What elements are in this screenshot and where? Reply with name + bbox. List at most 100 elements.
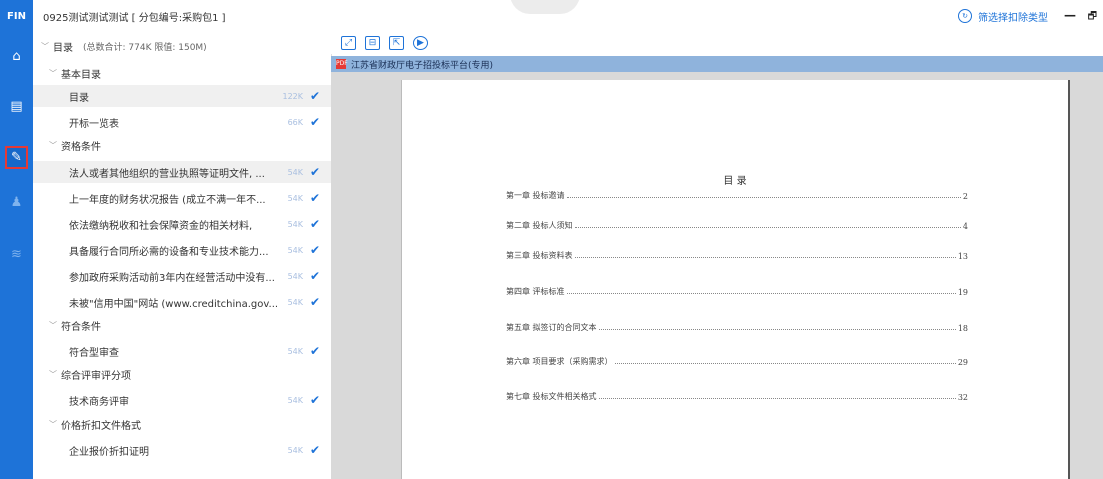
tree-section-label: 基本目录 xyxy=(61,69,101,81)
home-icon[interactable]: ⌂ xyxy=(6,46,27,67)
toc-entry[interactable]: 第六章 项目要求（采购需求） 29 xyxy=(506,353,968,367)
document-tab[interactable]: PDF 江苏省财政厅电子招投标平台(专用) xyxy=(331,56,1103,72)
toc-entry[interactable]: 第五章 拟签订的合同文本 18 xyxy=(506,319,968,333)
toc-entry-title: 第三章 投标资料表 xyxy=(506,251,573,260)
check-icon: ✔ xyxy=(309,344,320,358)
tree-item[interactable]: 参加政府采购活动前3年内在经营活动中没有... 54K ✔ xyxy=(33,265,331,287)
toc-leader xyxy=(598,329,956,330)
toc-entry[interactable]: 第二章 投标人须知 4 xyxy=(506,217,968,231)
tree-item[interactable]: 依法缴纳税收和社会保障资金的相关材料, 54K ✔ xyxy=(33,213,331,235)
document-icon[interactable]: ▤ xyxy=(6,96,27,117)
filter-icon: ↻ xyxy=(958,9,972,23)
tree-root-label: 目录 xyxy=(53,42,73,54)
minimize-button[interactable]: — xyxy=(1064,8,1076,22)
check-icon: ✔ xyxy=(309,393,320,407)
pdf-viewer[interactable]: 目 录 第一章 投标邀请 2 第二章 投标人须知 4 第三章 投标资料表 13 第四章… xyxy=(331,72,1103,479)
chevron-down-icon: ﹀ xyxy=(49,68,57,78)
tree-item-label: 法人或者其他组织的营业执照等证明文件, ... xyxy=(69,168,265,180)
tree-item-size: 54K xyxy=(287,346,303,356)
export-button[interactable]: ⇱ xyxy=(389,36,404,50)
document-tab-name: 江苏省财政厅电子招投标平台(专用) xyxy=(351,61,494,71)
toc-entry-page: 18 xyxy=(957,324,968,333)
tree-section-price[interactable]: ﹀ 价格折扣文件格式 xyxy=(33,413,331,435)
tree-section-label: 资格条件 xyxy=(61,141,101,153)
toc-entry-title: 第六章 项目要求（采购需求） xyxy=(506,357,613,366)
toc-entry-page: 29 xyxy=(957,358,968,367)
check-icon: ✔ xyxy=(309,165,320,179)
toc-entry[interactable]: 第七章 投标文件相关格式 32 xyxy=(506,388,968,402)
tree-section-label: 符合条件 xyxy=(61,321,101,333)
tree-item[interactable]: 上一年度的财务状况报告 (成立不满一年不... 54K ✔ xyxy=(33,187,331,209)
tree-item-size: 54K xyxy=(287,219,303,229)
tree-section-label: 综合评审评分项 xyxy=(61,370,131,382)
tree-item-size: 54K xyxy=(287,245,303,255)
toc-leader xyxy=(574,257,956,258)
app-logo: FIN xyxy=(0,0,33,32)
toc-entry-title: 第一章 投标邀请 xyxy=(506,191,565,200)
toc-leader xyxy=(566,293,956,294)
tree-root[interactable]: ﹀ 目录 (总数合计: 774K 限值: 150M) xyxy=(33,35,331,57)
tree-root-summary: (总数合计: 774K 限值: 150M) xyxy=(83,42,207,53)
tree-item[interactable]: 技术商务评审 54K ✔ xyxy=(33,389,331,411)
chevron-down-icon: ﹀ xyxy=(49,140,57,150)
pdf-icon: PDF xyxy=(336,59,348,69)
toc-entry-page: 2 xyxy=(962,192,968,201)
chevron-down-icon: ﹀ xyxy=(49,369,57,379)
chevron-down-icon: ﹀ xyxy=(41,41,49,51)
pdf-page: 目 录 第一章 投标邀请 2 第二章 投标人须知 4 第三章 投标资料表 13 第四章… xyxy=(401,80,1070,479)
tree-item-label: 开标一览表 xyxy=(69,118,119,130)
tree-item-size: 54K xyxy=(287,167,303,177)
toc-entry-title: 第五章 拟签订的合同文本 xyxy=(506,323,597,332)
page-view-button[interactable]: ⊟ xyxy=(365,36,380,50)
chevron-down-icon: ﹀ xyxy=(49,419,57,429)
tree-section-qualification[interactable]: ﹀ 资格条件 xyxy=(33,134,331,156)
tree-item-label: 具备履行合同所必需的设备和专业技术能力... xyxy=(69,246,269,258)
tree-item-size: 66K xyxy=(287,117,303,127)
tree-item-label: 依法缴纳税收和社会保障资金的相关材料, xyxy=(69,220,253,232)
window-title: 0925测试测试测试 [ 分包编号:采购包1 ] xyxy=(43,13,226,24)
tree-item-label: 符合型审查 xyxy=(69,347,119,359)
check-icon: ✔ xyxy=(309,243,320,257)
tree-item[interactable]: 目录 122K ✔ xyxy=(33,85,331,107)
tree-item[interactable]: 具备履行合同所必需的设备和专业技术能力... 54K ✔ xyxy=(33,239,331,261)
check-icon: ✔ xyxy=(309,443,320,457)
tree-item[interactable]: 企业报价折扣证明 54K ✔ xyxy=(33,439,331,461)
tree-item[interactable]: 法人或者其他组织的营业执照等证明文件, ... 54K ✔ xyxy=(33,161,331,183)
chevron-down-icon: ﹀ xyxy=(49,320,57,330)
filter-deduction-button[interactable]: ↻ 筛选择扣除类型 xyxy=(958,6,1048,26)
document-toolbar: ⤢ ⊟ ⇱ ▶ xyxy=(331,32,1103,54)
check-icon: ✔ xyxy=(309,115,320,129)
toc-entry[interactable]: 第一章 投标邀请 2 xyxy=(506,187,968,201)
toc-entry[interactable]: 第四章 评标标准 19 xyxy=(506,283,968,297)
toc-entry[interactable]: 第三章 投标资料表 13 xyxy=(506,247,968,261)
toc-entry-title: 第二章 投标人须知 xyxy=(506,221,573,230)
tree-item-label: 上一年度的财务状况报告 (成立不满一年不... xyxy=(69,194,266,206)
play-button[interactable]: ▶ xyxy=(413,36,428,50)
tree-section-scoring[interactable]: ﹀ 综合评审评分项 xyxy=(33,363,331,385)
toc-leader xyxy=(598,398,956,399)
layers-icon[interactable]: ≋ xyxy=(6,244,27,265)
toc-title: 目 录 xyxy=(723,176,747,187)
edit-icon[interactable]: ✎ xyxy=(5,146,28,169)
toc-entry-title: 第七章 投标文件相关格式 xyxy=(506,392,597,401)
left-rail: ⌂ ▤ ✎ ♟ ≋ xyxy=(0,32,33,479)
check-icon: ✔ xyxy=(309,295,320,309)
tree-item-label: 技术商务评审 xyxy=(69,396,129,408)
toc-entry-page: 13 xyxy=(957,252,968,261)
tree-item[interactable]: 符合型审查 54K ✔ xyxy=(33,340,331,362)
tree-section-label: 价格折扣文件格式 xyxy=(61,420,141,432)
check-icon: ✔ xyxy=(309,217,320,231)
check-icon: ✔ xyxy=(309,191,320,205)
filter-deduction-label: 筛选择扣除类型 xyxy=(978,12,1048,24)
toc-entry-title: 第四章 评标标准 xyxy=(506,287,565,296)
zoom-fit-button[interactable]: ⤢ xyxy=(341,36,356,50)
tree-section-basic[interactable]: ﹀ 基本目录 xyxy=(33,62,331,84)
tree-item[interactable]: 未被"信用中国"网站 (www.creditchina.gov... 54K ✔ xyxy=(33,291,331,313)
catalog-tree: ﹀ 目录 (总数合计: 774K 限值: 150M) ﹀ 基本目录 目录 122… xyxy=(33,32,332,479)
tree-item-size: 122K xyxy=(282,91,303,101)
tree-section-compliance[interactable]: ﹀ 符合条件 xyxy=(33,314,331,336)
toc-leader xyxy=(566,197,961,198)
restore-button[interactable]: 🗗 xyxy=(1088,9,1097,26)
tree-item[interactable]: 开标一览表 66K ✔ xyxy=(33,111,331,133)
stamp-icon[interactable]: ♟ xyxy=(6,192,27,213)
